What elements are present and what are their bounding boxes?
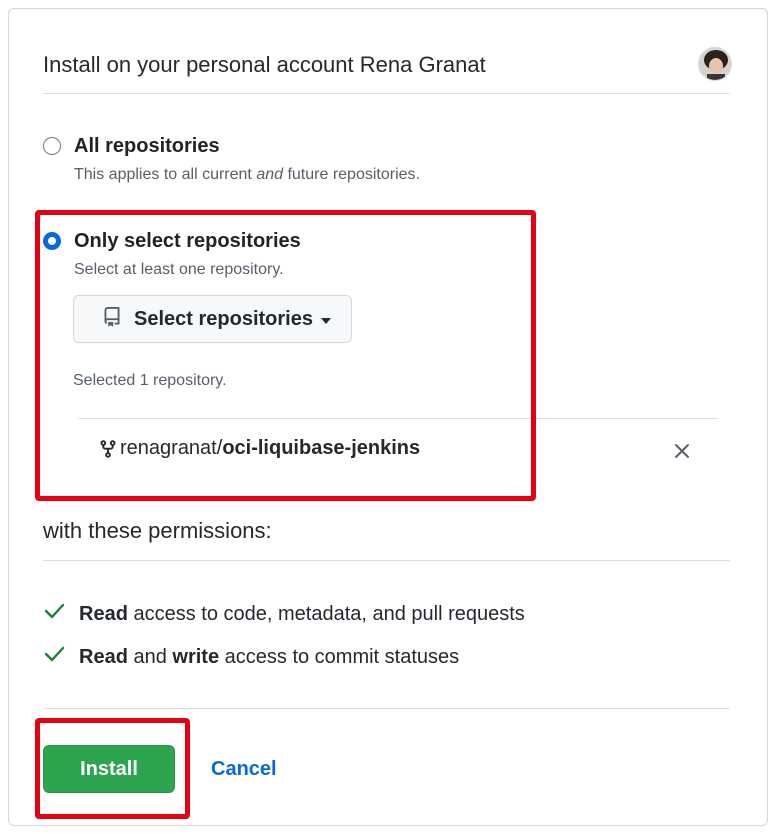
close-icon [675,444,689,458]
all-repositories-note: This applies to all current and future r… [74,166,420,183]
repository-title: oci-liquibase-jenkins [222,437,421,459]
header-divider [43,93,730,94]
repository-name: renagranat / oci-liquibase-jenkins [98,437,420,460]
permissions-heading: with these permissions: [43,518,272,543]
select-repositories-button[interactable]: Select repositories [73,295,352,343]
permission-item: Read and write access to commit statuses [43,644,459,670]
only-select-repositories-label[interactable]: Only select repositories [74,230,301,253]
actions-divider [43,708,730,709]
permission-item: Read access to code, metadata, and pull … [43,601,525,627]
only-select-repositories-radio[interactable] [43,232,61,250]
install-button[interactable]: Install [43,745,175,793]
only-select-repositories-note: Select at least one repository. [74,261,284,278]
repository-owner: renagranat [120,437,217,459]
select-repositories-button-label: Select repositories [134,307,313,330]
all-repositories-label[interactable]: All repositories [74,135,220,158]
user-avatar[interactable] [698,47,732,81]
repo-icon [102,306,122,333]
repo-forked-icon [98,439,118,459]
selected-count: Selected 1 repository. [73,372,227,389]
check-icon [43,601,65,627]
check-icon [43,644,65,670]
remove-repository-button[interactable] [670,439,694,463]
install-card [8,8,768,826]
permissions-divider [43,560,730,561]
page-title: Install on your personal account Rena Gr… [43,52,486,77]
permission-text: Read and write access to commit statuses [79,645,460,668]
permission-text: Read access to code, metadata, and pull … [79,602,525,625]
all-repositories-radio[interactable] [43,137,61,155]
caret-down-icon [320,317,331,324]
selected-repository-row: renagranat / oci-liquibase-jenkins [78,418,718,480]
cancel-link[interactable]: Cancel [211,758,277,781]
